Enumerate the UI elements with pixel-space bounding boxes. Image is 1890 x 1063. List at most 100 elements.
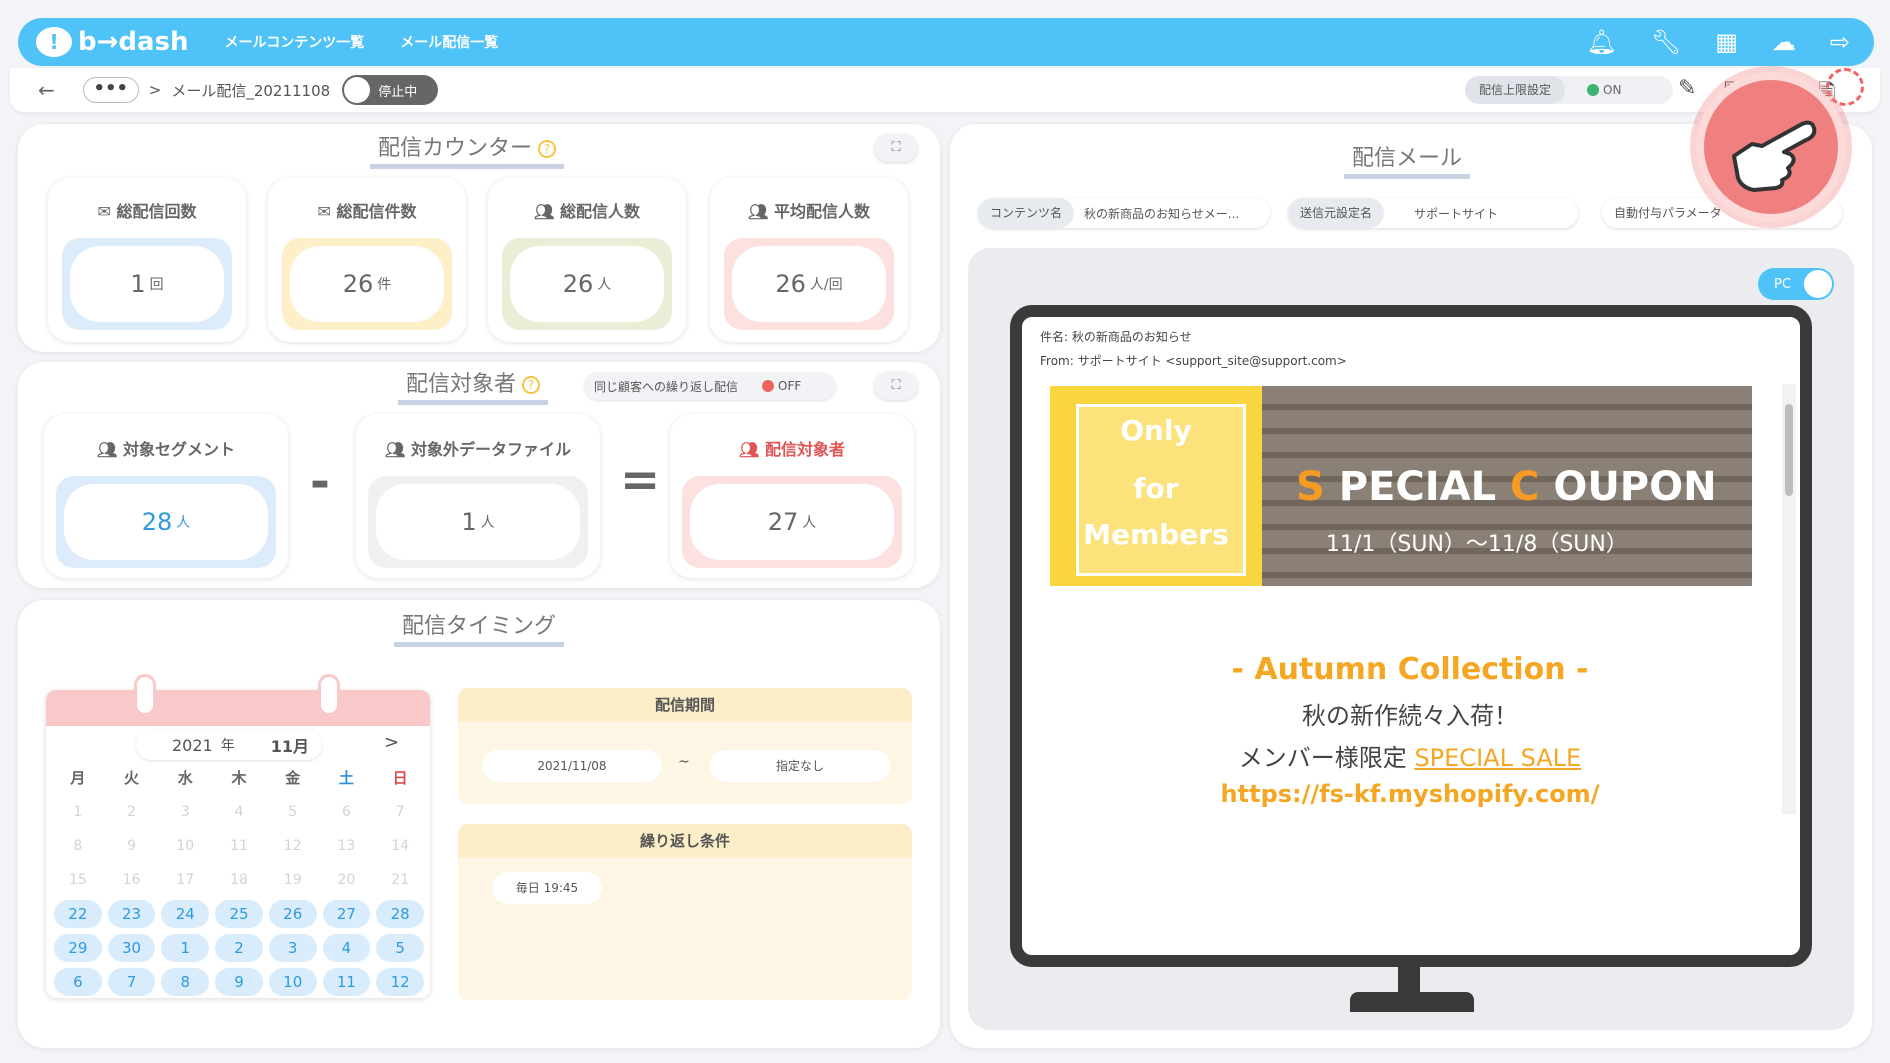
- calendar-grid: 月火水木金土日 1 2 3 4 5 6 7 8 9 10 11 12 13 14 15 16 17 18 19 20 21…: [54, 764, 424, 996]
- help-icon[interactable]: ?: [538, 140, 557, 158]
- logout-icon[interactable]: ⇨: [1830, 28, 1850, 56]
- card-label-text: 対象セグメント: [122, 440, 235, 459]
- expand-icon[interactable]: ⛶: [874, 372, 918, 400]
- more-button[interactable]: •••: [82, 77, 139, 103]
- repeat-delivery-state: OFF: [762, 379, 801, 393]
- mail-body[interactable]: Only for Members S PECIAL C OUPON 11/1（S…: [1024, 380, 1796, 820]
- calendar-day[interactable]: 24: [161, 900, 210, 928]
- tag-sender: 送信元設定名 サポートサイト: [1288, 198, 1578, 228]
- calendar-day-disabled: 6: [341, 804, 351, 820]
- limit-setting-toggle[interactable]: 配信上限設定 ON: [1465, 76, 1673, 104]
- calendar-day[interactable]: 2: [215, 934, 263, 962]
- chat-icon[interactable]: ☁: [1772, 28, 1796, 56]
- calendar-day[interactable]: 11: [322, 968, 371, 996]
- banner-for: for: [1133, 472, 1179, 505]
- calendar-day[interactable]: 4: [322, 934, 371, 962]
- counter-card-total-mails: ✉ 総配信件数 26 件: [268, 178, 466, 342]
- calendar-day[interactable]: 3: [268, 934, 317, 962]
- value-unit: 件: [377, 277, 392, 293]
- grid-icon[interactable]: ▦: [1715, 28, 1738, 56]
- calendar-day[interactable]: 29: [54, 934, 102, 962]
- weekday-header: 月: [70, 769, 86, 787]
- value-number: 26: [342, 270, 374, 298]
- users-icon: 👥︎: [97, 440, 118, 459]
- value-unit: 人: [176, 515, 191, 531]
- calendar-header: [46, 690, 430, 726]
- card-label-text: 総配信回数: [116, 202, 197, 221]
- nav-mail-delivery[interactable]: メール配信一覧: [400, 32, 498, 52]
- calendar-day[interactable]: 8: [161, 968, 210, 996]
- target-card-recipients: 👥︎ 配信対象者 27 人: [670, 414, 914, 578]
- period-start-input[interactable]: 2021/11/08: [482, 750, 662, 782]
- users-icon: 👥︎: [385, 440, 406, 459]
- status-dot-icon: [1587, 84, 1600, 96]
- bell-icon[interactable]: 🔔︎: [1586, 28, 1616, 56]
- value-unit: 人/回: [809, 277, 843, 293]
- calendar-day[interactable]: 22: [54, 900, 102, 928]
- calendar-ring: [318, 674, 340, 716]
- calendar-day[interactable]: 9: [215, 968, 263, 996]
- calendar-day[interactable]: 27: [322, 900, 371, 928]
- calendar-day[interactable]: 23: [107, 900, 156, 928]
- calendar-day[interactable]: 10: [268, 968, 317, 996]
- logo[interactable]: ! b→dash: [36, 27, 189, 57]
- calendar-day-disabled: 20: [337, 872, 356, 888]
- wrench-icon[interactable]: 🔧︎: [1651, 28, 1681, 56]
- nav-mail-contents[interactable]: メールコンテンツ一覧: [225, 32, 365, 52]
- scroll-thumb[interactable]: [1785, 404, 1793, 496]
- status-toggle-label: 停止中: [378, 84, 418, 100]
- calendar-month: 11月: [270, 737, 309, 756]
- card-label-text: 総配信人数: [559, 202, 640, 221]
- counter-title: 配信カウンター?: [370, 130, 565, 169]
- calendar-day[interactable]: 28: [376, 900, 424, 928]
- calendar-day[interactable]: 25: [215, 900, 263, 928]
- value-display: 1回: [70, 246, 224, 322]
- calendar-next-button[interactable]: >: [384, 732, 399, 753]
- device-toggle[interactable]: PC: [1758, 268, 1834, 300]
- value-number: 26: [562, 270, 594, 298]
- device-label: PC: [1774, 276, 1791, 292]
- edit-icon[interactable]: ✎: [1678, 76, 1696, 101]
- calendar-day-disabled: 10: [176, 838, 195, 854]
- repeat-delivery-toggle[interactable]: 同じ顧客への繰り返し配信 OFF: [584, 372, 836, 400]
- calendar-day[interactable]: 26: [268, 900, 317, 928]
- calendar-day[interactable]: 6: [54, 968, 102, 996]
- period-end-input[interactable]: 指定なし: [710, 750, 890, 782]
- limit-setting-label: 配信上限設定: [1465, 76, 1566, 104]
- banner-members: Members: [1083, 518, 1229, 551]
- value-box: 26 人/回: [724, 238, 894, 330]
- repeat-value[interactable]: 毎日 19:45: [492, 872, 602, 904]
- calendar-day-disabled: 13: [337, 838, 356, 854]
- status-toggle[interactable]: 停止中: [342, 75, 439, 105]
- calendar-day[interactable]: 30: [107, 934, 156, 962]
- back-arrow-icon[interactable]: ←: [38, 78, 55, 102]
- target-card-segment: 👥︎ 対象セグメント 28 人: [44, 414, 288, 578]
- card-label-text: 総配信件数: [336, 202, 417, 221]
- special-sale-link[interactable]: SPECIAL SALE: [1414, 744, 1581, 772]
- expand-icon[interactable]: ⛶: [874, 134, 918, 162]
- calendar-year: 2021: [172, 735, 213, 755]
- banner-s: S: [1296, 464, 1325, 510]
- repeat-delivery-label: 同じ顧客への繰り返し配信: [594, 379, 739, 394]
- calendar-year-month[interactable]: 2021 年 11月: [136, 730, 322, 760]
- calendar-day-disabled: 3: [180, 804, 190, 820]
- value-box: 26 件: [282, 238, 452, 330]
- tag-label: コンテンツ名: [978, 198, 1075, 228]
- tag-value: サポートサイト: [1414, 206, 1499, 221]
- calendar-day[interactable]: 12: [376, 968, 424, 996]
- header-icons: 🔔︎ 🔧︎ ▦ ☁ ⇨: [1586, 28, 1850, 56]
- card-label: 👥︎ 対象セグメント: [44, 436, 288, 460]
- calendar-day[interactable]: 5: [376, 934, 424, 962]
- shop-url-link[interactable]: https://fs-kf.myshopify.com/: [1024, 780, 1796, 808]
- tag-content-name: コンテンツ名 秋の新商品のお知らせメー...: [978, 198, 1270, 228]
- help-icon[interactable]: ?: [522, 376, 541, 394]
- mail-from: From: サポートサイト <support_site@support.com>: [1040, 354, 1347, 368]
- card-label: 👥︎ 平均配信人数: [710, 198, 908, 222]
- card-label-text: 配信対象者: [764, 440, 845, 459]
- mail-scrollbar[interactable]: [1782, 384, 1796, 814]
- breadcrumb-separator: >: [148, 81, 162, 99]
- calendar-day[interactable]: 7: [107, 968, 156, 996]
- calendar-day[interactable]: 1: [161, 934, 210, 962]
- app-root: ! b→dash メールコンテンツ一覧 メール配信一覧 🔔︎ 🔧︎ ▦ ☁ ⇨ …: [0, 0, 1890, 1063]
- value-display: 27 人: [690, 484, 894, 560]
